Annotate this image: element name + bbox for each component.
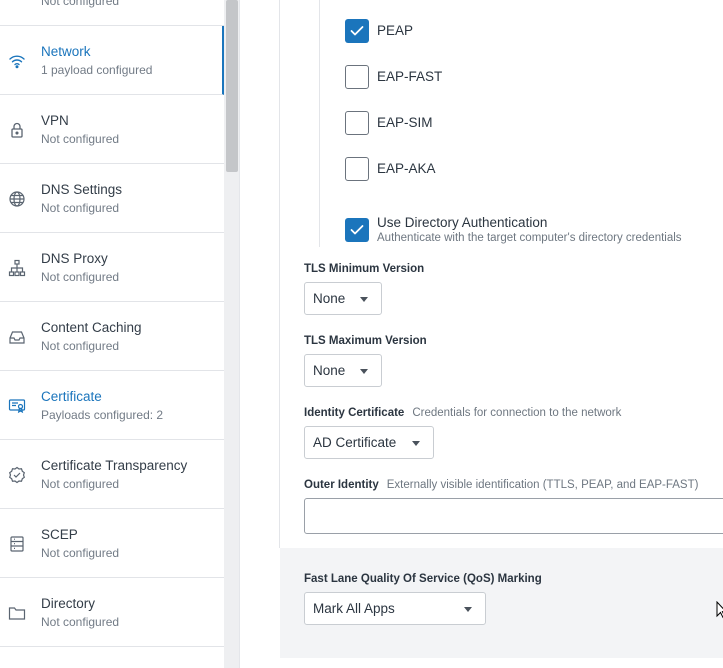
scep-icon [8,535,26,553]
outer-identity-input[interactable] [304,498,723,534]
app-root: Not configured Network 1 payload configu… [0,0,723,668]
sidebar-item-label: Directory [41,596,96,611]
outer-identity-hint: Externally visible identification (TTLS,… [386,479,699,491]
qos-label: Fast Lane Quality Of Service (QoS) Marki… [304,573,542,585]
sidebar-item-sub: Payloads configured: 2 [41,408,164,422]
peap-checkbox[interactable] [345,19,369,43]
hierarchy-icon [8,259,26,277]
globe-icon [8,190,26,208]
eap-aka-label: EAP-AKA [377,161,436,176]
sidebar-item-sub: Not configured [41,270,120,284]
sidebar-item-sub: Not configured [41,132,120,146]
qos-select[interactable]: Mark All Apps [304,592,486,625]
sidebar-item-label: Certificate [41,389,102,404]
section-gap [280,658,723,668]
chevron-down-icon [360,369,368,374]
chevron-down-icon [464,607,472,612]
certificate-icon [8,397,26,415]
sidebar-item-sub: Not configured [41,0,120,8]
wifi-icon [8,52,26,70]
check-badge-icon [8,466,26,484]
sidebar-item-scep[interactable]: SCEP Not configured [0,509,224,578]
sidebar-item-label: Content Caching [41,320,142,335]
identity-certificate-label: Identity Certificate Credentials for conn… [304,407,621,419]
outer-identity-title: Outer Identity [304,479,379,491]
sidebar-item-label: DNS Proxy [41,251,108,266]
sidebar-item-sub: Not configured [41,477,120,491]
sidebar-item-label: DNS Settings [41,182,123,197]
select-value: None [313,291,346,306]
sidebar-item-certificate-transparency[interactable]: Certificate Transparency Not configured [0,440,224,509]
peap-label: PEAP [377,23,414,38]
tray-icon [8,328,26,346]
check-icon [350,26,364,36]
eap-sim-label: EAP-SIM [377,115,433,130]
check-icon [350,225,364,235]
payload-sidebar: Not configured Network 1 payload configu… [0,0,224,668]
identity-certificate-select[interactable]: AD Certificate [304,426,434,459]
sidebar-item-label: SCEP [41,527,78,542]
tls-min-select[interactable]: None [304,282,382,315]
sidebar-item-label: Certificate Transparency [41,458,188,473]
sidebar-item-certificate[interactable]: Certificate Payloads configured: 2 [0,371,224,440]
tls-max-select[interactable]: None [304,354,382,387]
select-value: None [313,363,346,378]
directory-auth-checkbox[interactable] [345,218,369,242]
sidebar-scrollbar-thumb[interactable] [226,0,238,172]
lock-icon [8,121,26,139]
eap-sim-checkbox[interactable] [345,111,369,135]
sidebar-item-sub: Not configured [41,339,120,353]
mouse-cursor-icon [716,601,723,619]
sidebar-item-label: VPN [41,113,69,128]
identity-certificate-hint: Credentials for connection to the networ… [412,407,622,419]
sidebar-item-sub: 1 payload configured [41,63,153,77]
eap-aka-checkbox[interactable] [345,157,369,181]
sidebar-item-network[interactable]: Network 1 payload configured [0,26,224,95]
sidebar-item-vpn[interactable]: VPN Not configured [0,95,224,164]
tls-min-label: TLS Minimum Version [304,263,425,275]
identity-certificate-title: Identity Certificate [304,407,405,419]
folder-icon [8,604,26,622]
select-value: AD Certificate [313,435,397,450]
divider [319,0,320,247]
sidebar-item-label: Network [41,44,91,59]
chevron-down-icon [412,441,420,446]
sidebar-item-dns-settings[interactable]: DNS Settings Not configured [0,164,224,233]
directory-auth-label: Use Directory Authentication [377,215,548,230]
outer-identity-label: Outer Identity Externally visible identif… [304,479,698,491]
tls-max-label: TLS Maximum Version [304,335,427,347]
directory-auth-description: Authenticate with the target computer's … [377,232,682,244]
eap-fast-label: EAP-FAST [377,69,443,84]
sidebar-item-dns-proxy[interactable]: DNS Proxy Not configured [0,233,224,302]
select-value: Mark All Apps [313,601,395,616]
divider [279,0,280,548]
sidebar-item-sub: Not configured [41,546,120,560]
sidebar-item-directory[interactable]: Directory Not configured [0,578,224,647]
sidebar-item-sub: Not configured [41,615,120,629]
eap-fast-checkbox[interactable] [345,65,369,89]
sidebar-item-sub: Not configured [41,201,120,215]
chevron-down-icon [360,297,368,302]
sidebar-item-content-caching[interactable]: Content Caching Not configured [0,302,224,371]
